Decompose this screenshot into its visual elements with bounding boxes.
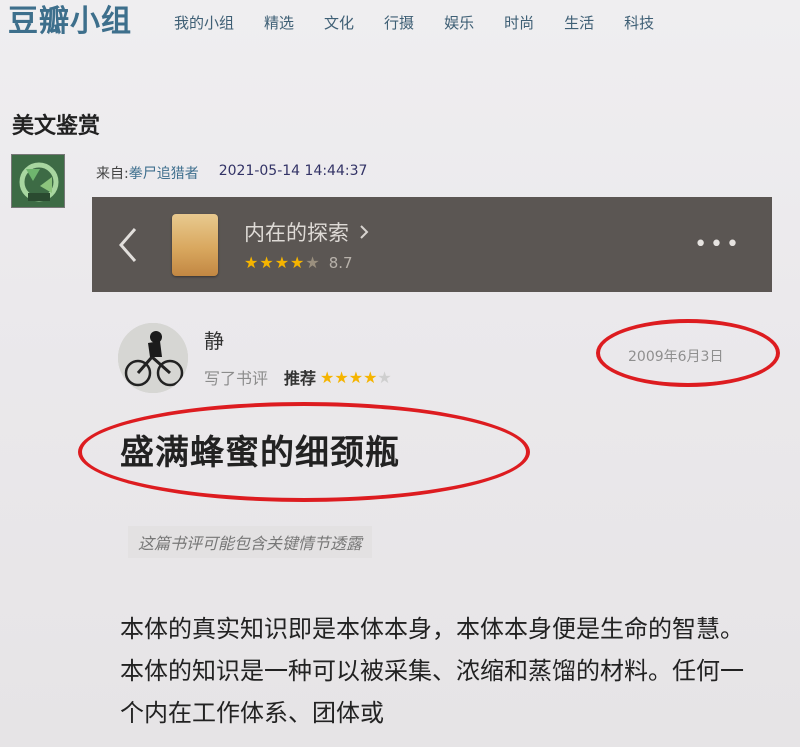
book-score: 8.7	[328, 253, 353, 272]
nav-item-entertainment[interactable]: 娱乐	[444, 12, 474, 33]
site-logo[interactable]: 豆瓣小组	[8, 7, 132, 37]
title-annotation-circle	[78, 402, 530, 502]
spoiler-notice: 这篇书评可能包含关键情节透露	[128, 526, 373, 558]
nav-item-culture[interactable]: 文化	[324, 12, 354, 33]
wrote-review-label: 写了书评	[204, 369, 269, 388]
review-stars: ★★★★★	[320, 367, 392, 387]
poster-avatar[interactable]	[11, 154, 65, 208]
book-rating: ★★★★★ 8.7	[244, 253, 369, 272]
book-app-bar: 内在的探索 ★★★★★ 8.7 •••	[92, 197, 772, 292]
recycle-avatar-icon	[12, 155, 64, 207]
nav-item-life[interactable]: 生活	[564, 12, 594, 33]
book-title-link[interactable]: 内在的探索	[244, 217, 369, 247]
nav-item-fashion[interactable]: 时尚	[504, 12, 534, 33]
group-title: 美文鉴赏	[12, 114, 101, 139]
more-options-icon[interactable]: •••	[694, 232, 742, 257]
from-label: 来自:	[96, 166, 129, 182]
reviewer-name[interactable]: 静	[204, 325, 224, 354]
post-meta: 来自: 拳尸追猎者 2021-05-14 14:44:37	[96, 163, 367, 183]
review-meta: 写了书评 推荐 ★★★★★	[204, 365, 392, 389]
review-body: 本体的真实知识即是本体本身，本体本身便是生命的智慧。本体的知识是一种可以被采集、…	[120, 615, 744, 727]
top-nav: 豆瓣小组 我的小组 精选 文化 行摄 娱乐 时尚 生活 科技	[0, 0, 800, 44]
book-title: 内在的探索	[244, 221, 349, 245]
back-button[interactable]	[112, 225, 144, 265]
nav-item-travel[interactable]: 行摄	[384, 12, 414, 33]
cyclist-avatar-icon	[118, 323, 188, 393]
book-stars: ★★★★★	[244, 253, 321, 272]
chevron-left-icon	[119, 227, 137, 262]
reviewer-avatar[interactable]	[118, 323, 188, 393]
post-datetime: 2021-05-14 14:44:37	[218, 163, 368, 179]
chevron-right-icon	[360, 225, 369, 239]
nav-item-featured[interactable]: 精选	[264, 12, 294, 33]
nav-item-my-groups[interactable]: 我的小组	[174, 12, 234, 33]
recommend-label: 推荐	[284, 369, 317, 388]
book-info: 内在的探索 ★★★★★ 8.7	[244, 217, 369, 272]
nav-menu: 我的小组 精选 文化 行摄 娱乐 时尚 生活 科技	[174, 12, 684, 33]
nav-item-tech[interactable]: 科技	[624, 12, 654, 33]
date-annotation-circle	[596, 319, 780, 387]
post-author-link[interactable]: 拳尸追猎者	[129, 163, 199, 183]
book-cover[interactable]	[172, 213, 218, 276]
